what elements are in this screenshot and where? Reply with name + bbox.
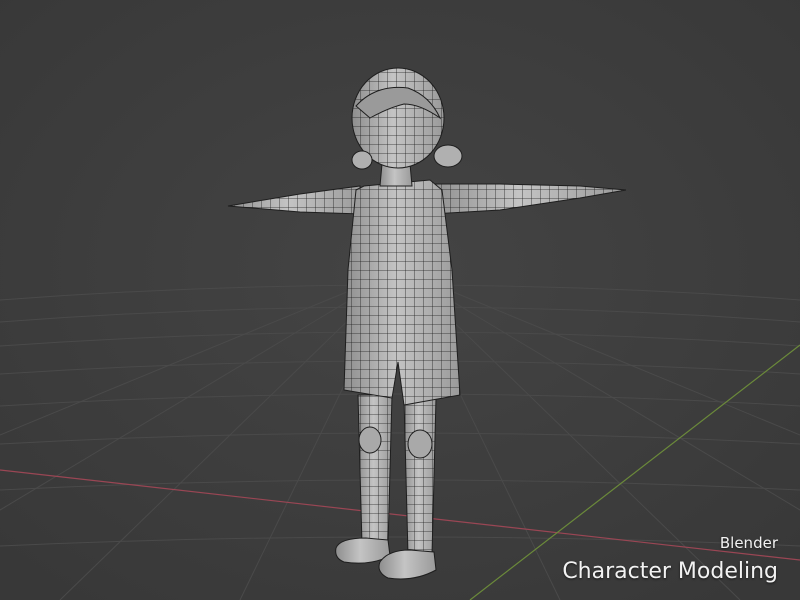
video-title-label: Character Modeling [562,559,778,584]
app-name-label: Blender [719,534,778,552]
left-hair-bun [351,150,373,170]
right-hair-bun [433,144,463,168]
right-knee [407,429,433,459]
viewport-canvas[interactable] [0,0,800,600]
left-knee [358,426,382,454]
3d-viewport[interactable]: Blender Character Modeling [0,0,800,600]
